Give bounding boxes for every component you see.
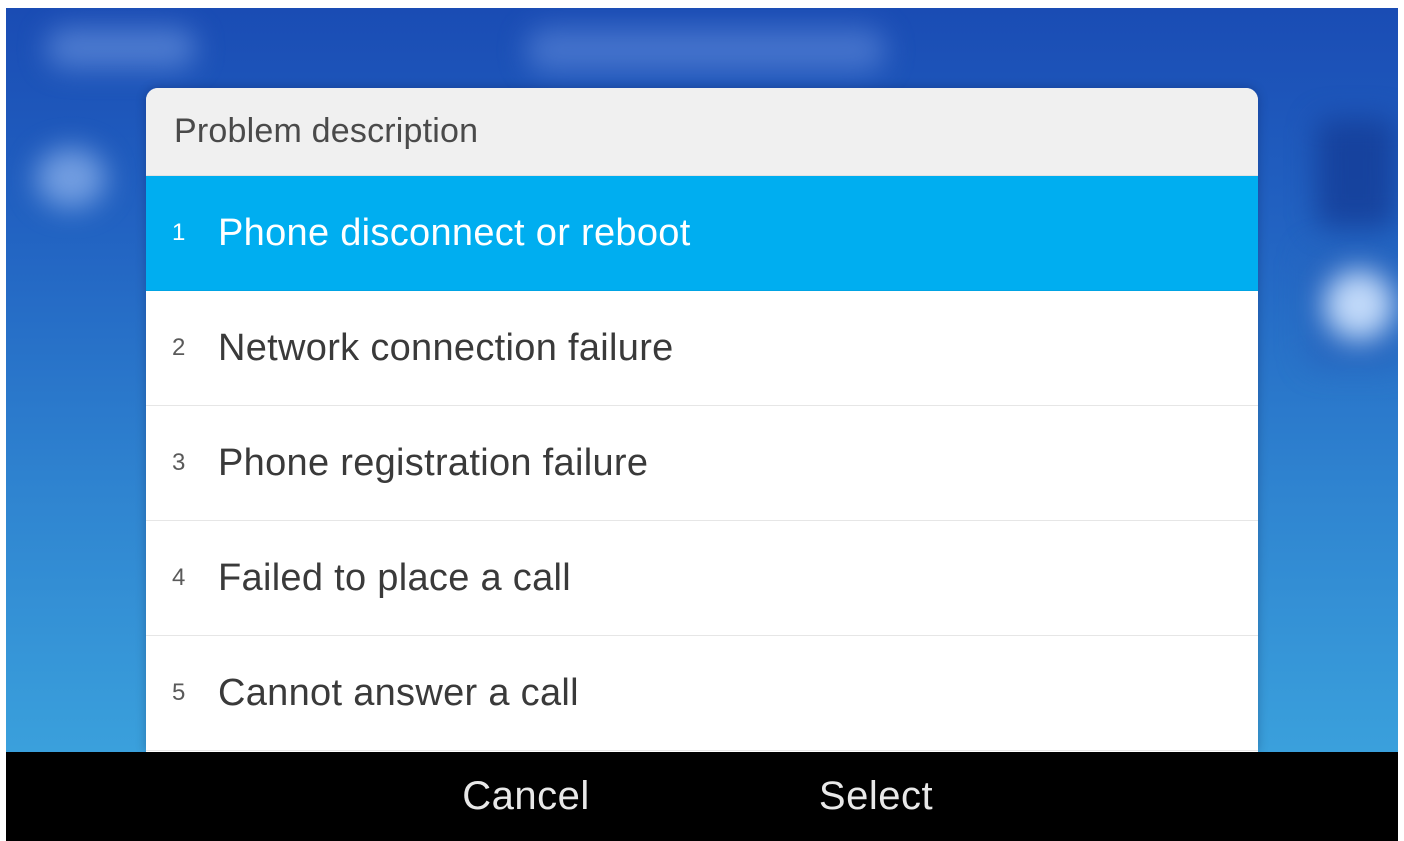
blurred-shape [1324, 270, 1394, 340]
list-item-option-2[interactable]: 2 Network connection failure [146, 291, 1258, 406]
phone-screen-frame: Problem description 1 Phone disconnect o… [0, 0, 1404, 841]
option-list: 1 Phone disconnect or reboot 2 Network c… [146, 176, 1258, 751]
blurred-shape [36, 148, 106, 208]
list-item-option-4[interactable]: 4 Failed to place a call [146, 521, 1258, 636]
list-item-option-1[interactable]: 1 Phone disconnect or reboot [146, 176, 1258, 291]
list-item-option-5[interactable]: 5 Cannot answer a call [146, 636, 1258, 751]
option-label: Network connection failure [218, 326, 674, 369]
option-number: 2 [172, 334, 186, 361]
dialog-title: Problem description [174, 112, 479, 150]
option-label: Failed to place a call [218, 556, 572, 599]
softkey-bar: Cancel Select [6, 752, 1398, 841]
option-number: 5 [172, 679, 186, 706]
option-label: Phone disconnect or reboot [218, 211, 691, 254]
option-label: Phone registration failure [218, 441, 649, 484]
select-button[interactable]: Select [776, 752, 976, 841]
blurred-shape [46, 28, 196, 68]
dialog-header: Problem description [146, 88, 1258, 176]
option-number: 4 [172, 564, 186, 591]
blurred-shape [1316, 118, 1396, 228]
option-number: 1 [172, 219, 186, 246]
option-label: Cannot answer a call [218, 671, 579, 714]
blurred-shape [526, 28, 886, 72]
option-number: 3 [172, 449, 186, 476]
list-item-option-3[interactable]: 3 Phone registration failure [146, 406, 1258, 521]
problem-description-dialog: Problem description 1 Phone disconnect o… [146, 88, 1258, 752]
cancel-button[interactable]: Cancel [426, 752, 626, 841]
